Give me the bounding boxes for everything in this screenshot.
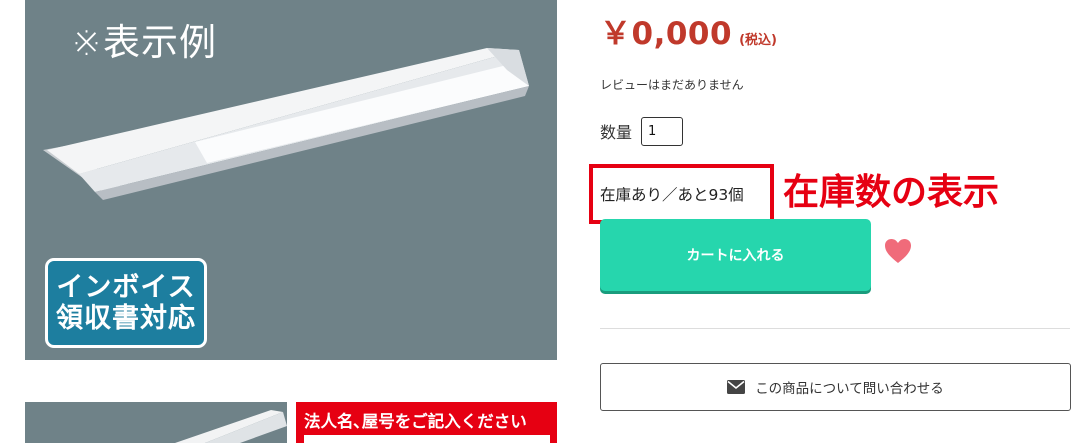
inquiry-button-label: この商品について問い合わせる (755, 381, 944, 397)
thumbnail-fixture[interactable] (25, 402, 287, 443)
thumbnail-company-name[interactable]: 法人名､屋号をご記入ください (296, 402, 557, 443)
product-price: ￥0,000 (税込) (600, 8, 777, 53)
heart-icon (885, 239, 911, 263)
envelope-icon (727, 380, 746, 394)
review-status: レビューはまだありません (600, 78, 744, 92)
led-fixture-thumbnail (175, 410, 287, 443)
invoice-badge-line-1: インボイス (56, 271, 196, 303)
price-amount: ￥0,000 (600, 16, 733, 52)
invoice-badge-line-2: 領収書対応 (56, 303, 196, 334)
example-caption: ※表示例 (71, 21, 218, 64)
invoice-badge: インボイス 領収書対応 (45, 258, 207, 348)
stock-annotation: 在庫数の表示 (783, 172, 1000, 213)
section-divider (600, 328, 1070, 329)
add-to-cart-button[interactable]: カートに入れる (600, 219, 871, 291)
stock-status: 在庫あり／あと93個 (600, 186, 744, 204)
thumbnail-banner-text: 法人名､屋号をご記入ください (304, 412, 527, 431)
product-inquiry-button[interactable]: この商品について問い合わせる (600, 363, 1071, 411)
favorite-button[interactable] (883, 237, 913, 265)
tax-label: (税込) (739, 33, 777, 48)
quantity-label: 数量 (600, 123, 633, 142)
quantity-input[interactable] (641, 117, 683, 146)
thumbnail-white-field (304, 435, 550, 443)
product-main-image[interactable]: ※表示例 インボイス 領収書対応 (25, 0, 557, 360)
